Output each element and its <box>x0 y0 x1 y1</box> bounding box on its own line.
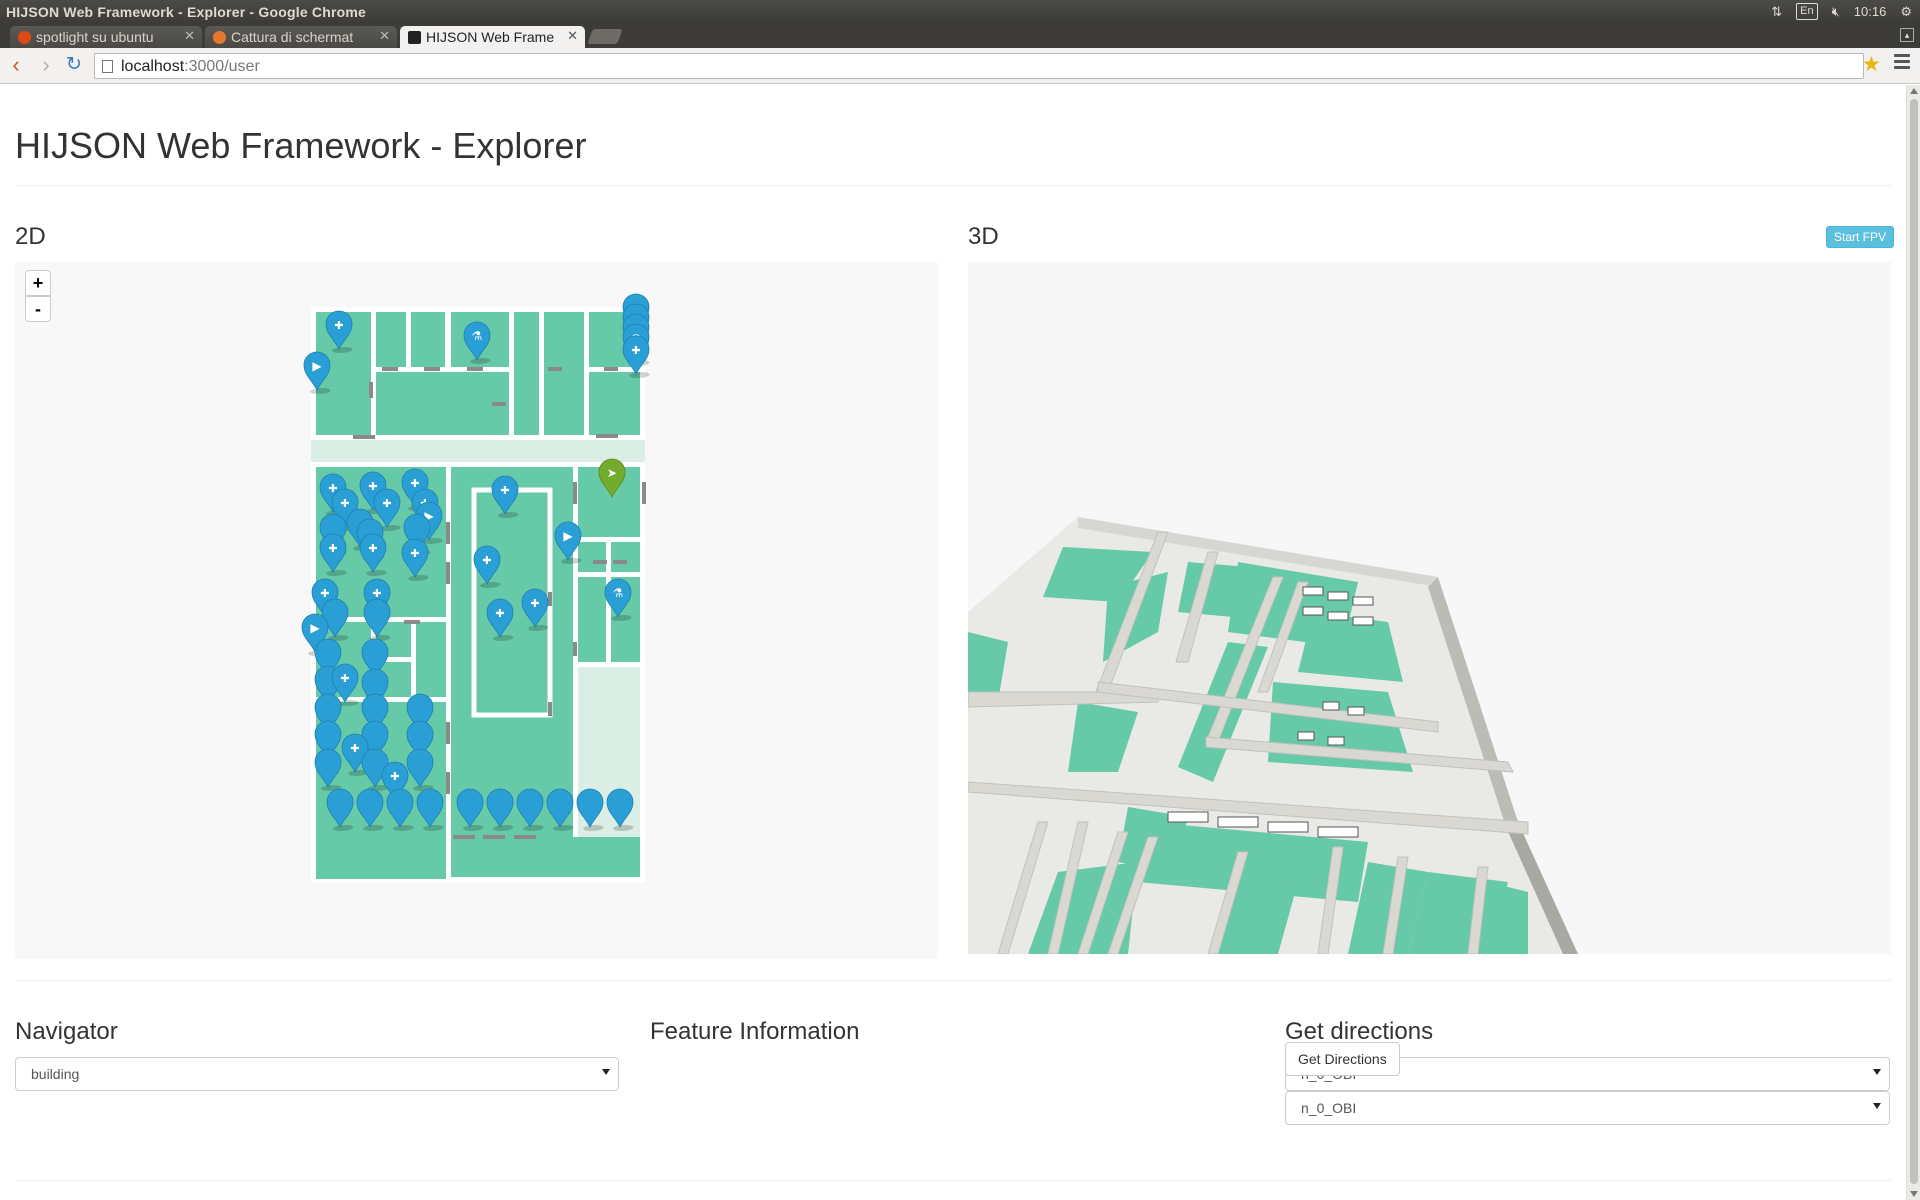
hospital-icon: ✚ <box>368 542 377 555</box>
camera-icon: ▶ <box>563 529 573 543</box>
page-title: HIJSON Web Framework - Explorer <box>15 125 587 166</box>
scrollbar-thumb[interactable] <box>1910 99 1918 1184</box>
hospital-icon: ✚ <box>500 484 509 497</box>
ubuntu-icon <box>18 31 31 44</box>
clock[interactable]: 10:16 <box>1854 4 1887 19</box>
hospital-icon: ✚ <box>631 344 640 357</box>
network-icon[interactable]: ⇅ <box>1771 4 1782 20</box>
hospital-icon: ✚ <box>340 497 349 510</box>
hospital-icon: ✚ <box>340 672 349 685</box>
lab-icon: ⚗ <box>472 329 483 343</box>
hospital-icon: ✚ <box>390 770 399 783</box>
directions-to-select[interactable]: n_0_OBI <box>1285 1091 1890 1125</box>
hospital-icon: ✚ <box>334 319 343 332</box>
corridor <box>311 440 645 462</box>
hospital-icon: ✚ <box>410 547 419 560</box>
navigator-heading: Navigator <box>15 1018 118 1045</box>
heading-2d: 2D <box>15 223 46 250</box>
hospital-icon: ✚ <box>530 597 539 610</box>
back-arrow-icon[interactable]: ‹ <box>4 54 28 78</box>
navigation-icon: ➤ <box>607 466 617 480</box>
chevron-down-icon <box>1873 1103 1881 1109</box>
url-host: localhost <box>121 58 185 75</box>
divider <box>15 980 1891 981</box>
divider <box>15 185 1891 186</box>
volume-muted-icon[interactable]: 🔇︎ <box>1832 4 1840 20</box>
navigator-select[interactable]: building <box>15 1057 619 1091</box>
tab-strip: spotlight su ubuntu ✕ Cattura di scherma… <box>0 24 1920 48</box>
close-icon[interactable]: ✕ <box>184 28 195 44</box>
start-fpv-button[interactable]: Start FPV <box>1826 226 1895 248</box>
close-icon[interactable]: ✕ <box>379 28 390 44</box>
close-icon[interactable]: ✕ <box>567 28 578 44</box>
os-title-bar: HIJSON Web Framework - Explorer - Google… <box>0 0 1920 24</box>
bookmark-star-icon[interactable]: ★ <box>1862 52 1881 77</box>
view-3d[interactable] <box>968 262 1891 954</box>
hospital-icon: ✚ <box>495 607 504 620</box>
new-tab-button[interactable] <box>587 29 623 44</box>
hospital-icon: ✚ <box>320 587 329 600</box>
url-path: :3000/user <box>184 58 260 75</box>
map-2d[interactable]: + - ✚ ▶ ⚗ ✚ ➤ ✚ ✚ ✚ ✚ ✚ ▶ ✚ ✚ ✚ ✚ ▶ ✚ ✚ … <box>15 262 938 959</box>
hospital-icon: ✚ <box>368 480 377 493</box>
page-content: HIJSON Web Framework - Explorer 2D 3D St… <box>0 85 1906 1200</box>
reload-icon[interactable]: ↻ <box>62 54 86 78</box>
page-icon <box>102 60 113 73</box>
room <box>451 837 640 877</box>
hospital-icon: ✚ <box>410 477 419 490</box>
room <box>316 837 446 879</box>
tab-label: HIJSON Web Frame <box>426 29 555 45</box>
scroll-down-icon[interactable] <box>1910 1191 1918 1197</box>
camera-icon: ▶ <box>310 621 320 635</box>
directions-to-value: n_0_OBI <box>1301 1100 1357 1116</box>
heading-3d: 3D <box>968 223 999 250</box>
hospital-icon: ✚ <box>328 542 337 555</box>
camera-icon: ▶ <box>312 359 322 373</box>
browser-toolbar: ‹ › ↻ localhost:3000/user <box>0 48 1920 84</box>
keyboard-layout-indicator[interactable]: En <box>1796 3 1818 20</box>
hospital-icon: ✚ <box>350 742 359 755</box>
building-3d-render <box>968 517 1578 954</box>
divider <box>15 1180 1891 1181</box>
tab-label: Cattura di schermat <box>231 29 354 45</box>
page-scrollbar[interactable] <box>1906 85 1920 1200</box>
scroll-up-icon[interactable] <box>1910 88 1918 94</box>
terminal-icon <box>408 31 421 44</box>
address-bar[interactable]: localhost:3000/user <box>94 53 1864 79</box>
window-restore-icon[interactable]: ▴ <box>1900 28 1914 42</box>
menu-icon[interactable] <box>1894 54 1910 72</box>
window-title: HIJSON Web Framework - Explorer - Google… <box>6 4 366 20</box>
tab-cattura[interactable]: Cattura di schermat ✕ <box>205 26 397 48</box>
lab-icon: ⚗ <box>613 586 624 600</box>
get-directions-button[interactable]: Get Directions <box>1285 1042 1400 1076</box>
hospital-icon: ✚ <box>482 554 491 567</box>
ubuntu-icon <box>213 31 226 44</box>
chevron-down-icon <box>602 1069 610 1075</box>
tab-spotlight[interactable]: spotlight su ubuntu ✕ <box>10 26 202 48</box>
hospital-icon: ✚ <box>382 497 391 510</box>
forward-arrow-icon[interactable]: › <box>34 54 58 78</box>
feature-information-heading: Feature Information <box>650 1018 860 1045</box>
gear-icon[interactable]: ⚙ <box>1900 4 1912 20</box>
floor-plan: ✚▶⚗◠◠◠◠✚➤✚✚✚✚✚✚▶✚✚✚✚▶✚✚✚▶✚✚✚✚✚⚗ <box>301 293 652 882</box>
chevron-down-icon <box>1873 1069 1881 1075</box>
tab-hijson[interactable]: HIJSON Web Frame ✕ <box>400 26 585 48</box>
system-indicators: ⇅ En 🔇︎ 10:16 ⚙ <box>1771 3 1912 20</box>
navigator-selected-value: building <box>31 1066 80 1082</box>
tab-label: spotlight su ubuntu <box>36 29 154 45</box>
hospital-icon: ✚ <box>372 587 381 600</box>
